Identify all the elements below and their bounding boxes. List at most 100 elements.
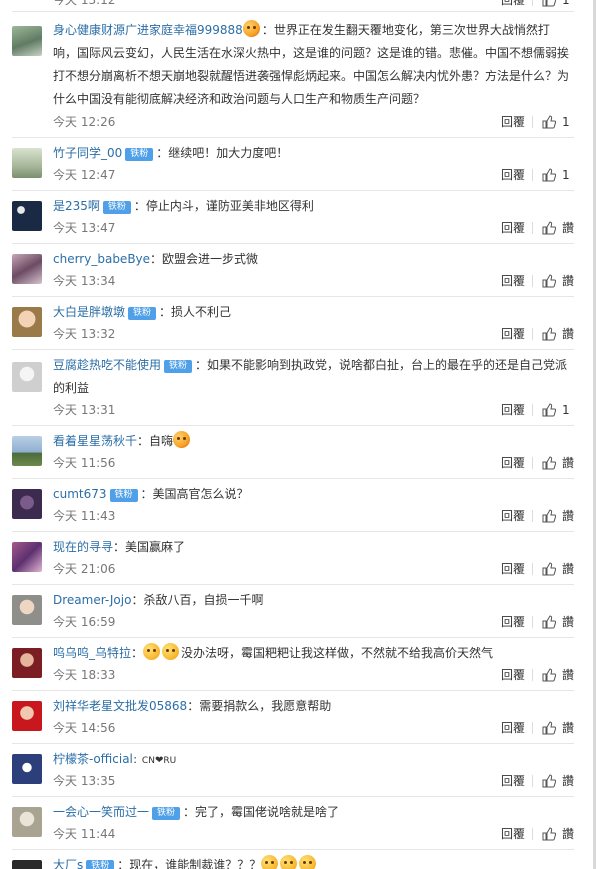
avatar[interactable] (12, 362, 42, 392)
thumbs-up-icon (542, 221, 556, 235)
comment-time: 今天 13:31 (53, 403, 116, 417)
avatar[interactable] (12, 648, 42, 678)
like-button[interactable]: 1 (542, 0, 570, 10)
avatar[interactable] (12, 201, 42, 231)
comment-item: 竹子同学_00 铁粉 ：继续吧！加大力度吧！ 今天 12:47 回覆 1 (0, 138, 586, 191)
comment-text: ：美国赢麻了 (113, 540, 186, 554)
avatar[interactable] (12, 489, 42, 519)
reply-button[interactable]: 回覆 (501, 612, 525, 632)
divider (532, 457, 533, 469)
reply-button[interactable]: 回覆 (501, 271, 525, 291)
like-button[interactable]: 1 (542, 400, 570, 420)
like-button[interactable]: 讚 (542, 559, 574, 579)
avatar[interactable] (12, 701, 42, 731)
avatar[interactable] (12, 436, 42, 466)
thumbs-up-icon (542, 403, 556, 417)
like-button[interactable]: 1 (542, 112, 570, 132)
reply-button[interactable]: 回覆 (501, 718, 525, 738)
comment-meta: 今天 12:47 回覆 1 (53, 165, 573, 185)
reply-button[interactable]: 回覆 (501, 665, 525, 685)
comment-text: ：损人不利己 (159, 305, 232, 319)
comment-item: 大厂s 铁粉 ：现在，谁能制裁谁？？？ (0, 850, 586, 869)
comment-meta: 今天 13:31 回覆 1 (53, 400, 573, 420)
avatar[interactable] (12, 807, 42, 837)
comment-item: 一会心一笑而过一 铁粉 ：完了，霉国佬说啥就是啥了 今天 11:44 回覆 讚 (0, 797, 586, 850)
avatar[interactable] (12, 307, 42, 337)
thumbs-up-icon (542, 115, 556, 129)
thumbs-up-icon (542, 0, 556, 7)
username-link[interactable]: 大厂s (53, 858, 83, 869)
reply-button[interactable]: 回覆 (501, 400, 525, 420)
like-button[interactable]: 讚 (542, 271, 574, 291)
divider (532, 404, 533, 416)
comment-time: 今天 13:34 (53, 274, 116, 288)
comment-meta: 今天 11:56 回覆 讚 (53, 453, 574, 473)
username-link[interactable]: 身心健康财源广进家庭幸福999888 (53, 23, 243, 37)
username-link[interactable]: 大白是胖墩墩 (53, 305, 125, 319)
comment-content: 大白是胖墩墩 铁粉 ：损人不利己 (53, 301, 571, 324)
like-button[interactable]: 讚 (542, 665, 574, 685)
comment-content: 是235啊 铁粉 ：停止内斗，谨防亚美非地区得利 (53, 195, 571, 218)
reply-button[interactable]: 回覆 (501, 165, 525, 185)
comment-content: 一会心一笑而过一 铁粉 ：完了，霉国佬说啥就是啥了 (53, 801, 571, 824)
username-link[interactable]: Dreamer-Jojo (53, 593, 131, 607)
avatar[interactable] (12, 860, 42, 869)
like-count: 1 (562, 168, 570, 182)
username-link[interactable]: cherry_babeBye (53, 252, 150, 266)
divider (532, 775, 533, 787)
like-count: 讚 (562, 668, 575, 682)
reply-button[interactable]: 回覆 (501, 324, 525, 344)
divider (532, 169, 533, 181)
like-button[interactable]: 讚 (542, 612, 574, 632)
divider (532, 828, 533, 840)
like-button[interactable]: 讚 (542, 324, 574, 344)
comment-item: 豆腐趁热吃不能使用 铁粉 ：如果不能影响到执政党，说啥都白扯，台上的最在乎的还是自己… (0, 350, 586, 426)
comment-time: 今天 11:43 (53, 509, 116, 523)
username-link[interactable]: 现在的寻寻 (53, 540, 113, 554)
divider (532, 222, 533, 234)
emoji-icon (173, 431, 191, 448)
like-button[interactable]: 讚 (542, 824, 574, 844)
like-button[interactable]: 讚 (542, 506, 574, 526)
username-link[interactable]: cumt673 (53, 487, 107, 501)
username-link[interactable]: 是235啊 (53, 199, 100, 213)
comment-time: 今天 18:33 (53, 668, 116, 682)
like-button[interactable]: 讚 (542, 718, 574, 738)
like-count: 讚 (562, 456, 575, 470)
reply-button[interactable]: 回覆 (501, 112, 525, 132)
comment-content: cherry_babeBye：欧盟会进一步式微 (53, 248, 571, 271)
avatar[interactable] (12, 542, 42, 572)
divider (532, 0, 533, 6)
thumbs-up-icon (542, 168, 556, 182)
username-link[interactable]: 豆腐趁热吃不能使用 (53, 358, 161, 372)
username-link[interactable]: 一会心一笑而过一 (53, 805, 149, 819)
divider (532, 722, 533, 734)
avatar[interactable] (12, 254, 42, 284)
like-button[interactable]: 1 (542, 165, 570, 185)
avatar[interactable] (12, 148, 42, 178)
username-link[interactable]: 呜乌呜_乌特拉 (53, 646, 131, 660)
like-button[interactable]: 讚 (542, 771, 574, 791)
reply-button[interactable]: 回覆 (501, 218, 525, 238)
thumbs-up-icon (542, 562, 556, 576)
username-link[interactable]: 刘祥华老星文批发05868 (53, 699, 187, 713)
reply-button[interactable]: 回覆 (501, 506, 525, 526)
avatar[interactable] (12, 26, 42, 56)
username-link[interactable]: 看着星星荡秋千 (53, 434, 137, 448)
like-button[interactable]: 讚 (542, 453, 574, 473)
reply-button[interactable]: 回覆 (501, 453, 525, 473)
username-link[interactable]: 柠檬茶-official (53, 752, 133, 766)
reply-button[interactable]: 回覆 (501, 0, 525, 10)
like-button[interactable]: 讚 (542, 218, 574, 238)
reply-button[interactable]: 回覆 (501, 771, 525, 791)
comment-content: 豆腐趁热吃不能使用 铁粉 ：如果不能影响到执政党，说啥都白扯，台上的最在乎的还是自己… (53, 354, 571, 400)
username-link[interactable]: 竹子同学_00 (53, 146, 122, 160)
reply-button[interactable]: 回覆 (501, 824, 525, 844)
avatar[interactable] (12, 754, 42, 784)
thumbs-up-icon (542, 509, 556, 523)
comment-content: cumt673 铁粉 ：美国高官怎么说？ (53, 483, 571, 506)
avatar[interactable] (12, 595, 42, 625)
emoji-icon (280, 855, 298, 869)
reply-button[interactable]: 回覆 (501, 559, 525, 579)
comment-time: 今天 16:59 (53, 615, 116, 629)
